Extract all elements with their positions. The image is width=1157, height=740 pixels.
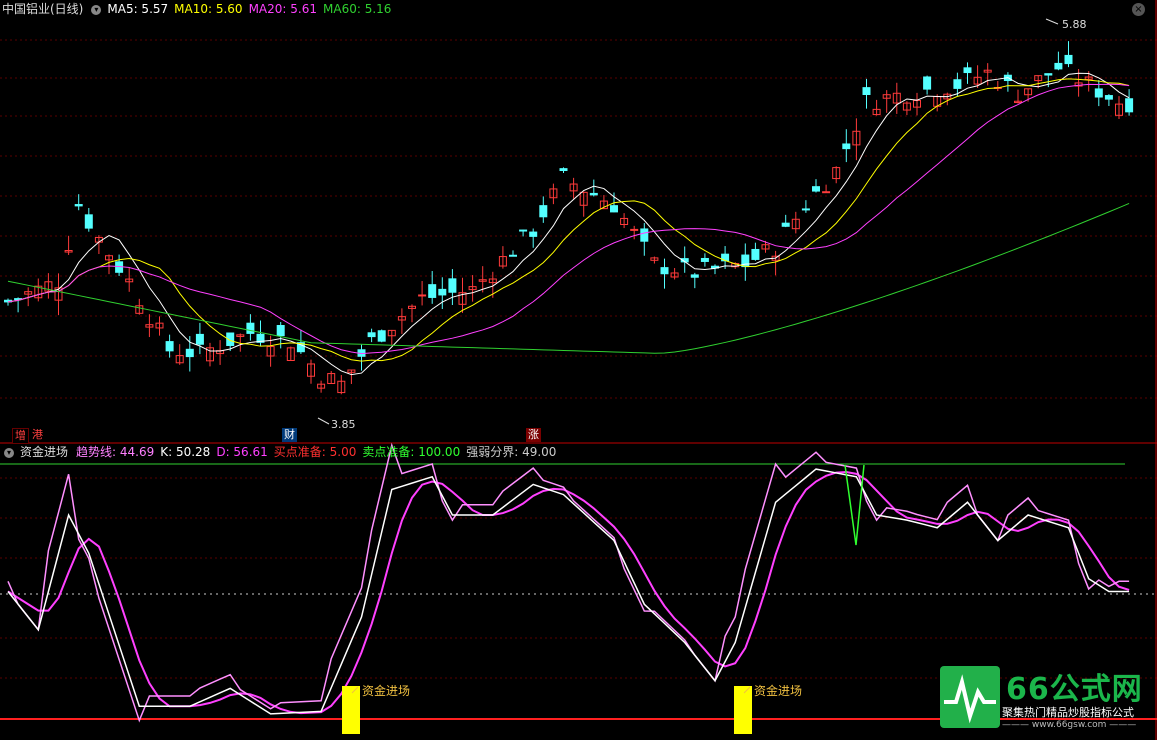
settings-icon[interactable]: ▾ [4,447,14,458]
candle-body-44 [448,278,457,293]
candle-body-7 [74,204,83,207]
candle-body-60 [610,205,618,213]
indicator-title: 资金进场 [20,445,69,459]
ma-legend-item-3: MA60: 5.16 [323,2,392,16]
candle-body-53 [539,205,548,218]
price-legend: 中国铝业(日线) ▾ MA5: 5.57 MA10: 5.60 MA20: 5.61 MA… [0,0,403,18]
logo-slogan: 聚集热门精品炒股指标公式 [1002,706,1134,719]
candle-body-27 [276,325,285,337]
event-tag-gang[interactable]: 港 [30,428,45,442]
candle-body-81 [822,191,831,194]
candle-body-83 [842,143,851,150]
price-high-label: 5.88 [1062,18,1087,31]
event-tag-cai[interactable]: 财 [282,428,297,442]
chart-canvas[interactable]: 5.88 3.85 [0,0,1157,740]
price-low-label: 3.85 [331,418,356,431]
candle-body-103 [1044,73,1053,76]
candle-body-37 [377,330,386,342]
candle-body-74 [751,248,760,260]
indicator-legend: ▾ 资金进场 趋势线: 44.69 K: 50.28 D: 56.61 买点准备: 5.0… [0,443,568,461]
signal-label-2: 资金进场 [754,684,803,698]
site-logo: 66公式网 聚集热门精品炒股指标公式 ——— www.66gsw.com ——— [938,664,1153,736]
candle-body-24 [246,322,255,334]
candle-body-52 [529,231,538,237]
candle-body-69 [700,257,709,262]
signal-bar-2 [734,686,752,734]
high-pointer [1045,18,1059,25]
candle-body-43 [438,288,447,296]
candle-body-68 [690,274,699,278]
candle-body-36 [367,332,376,338]
ma-legend-item-1: MA10: 5.60 [174,2,243,16]
candle-body-108 [1094,88,1103,98]
candle-body-85 [862,87,871,96]
candle-body-63 [640,228,649,242]
candle-body-95 [963,67,972,74]
indicator-legend-item-3: 买点准备: 5.00 [273,445,357,459]
ma60-line [7,202,1130,354]
candle-body-18 [185,348,194,358]
candle-body-65 [660,267,669,275]
ma20-line [7,83,1130,355]
logo-pulse-icon [940,666,1000,728]
candle-body-51 [519,229,528,232]
candle-body-19 [195,333,204,345]
ma5-line [7,72,1130,376]
ma10-line [7,78,1130,362]
settings-icon[interactable]: ▾ [91,4,102,15]
logo-url: ——— www.66gsw.com ——— [1002,720,1137,730]
event-tag-zeng[interactable]: 增 [12,428,29,444]
candle-body-111 [1125,98,1134,113]
signal-label-1: 资金进场 [362,684,411,698]
ma-legend-item-2: MA20: 5.61 [248,2,317,16]
candle-body-55 [559,168,568,172]
candle-body-80 [812,186,820,192]
candle-body-109 [1104,95,1113,100]
stock-title: 中国铝业(日线) [2,2,84,16]
indicator-legend-item-4: 卖点准备: 100.00 [362,445,461,459]
low-pointer [317,417,330,425]
candle-body-104 [1054,62,1063,70]
candle-body-62 [630,228,639,231]
candle-body-42 [428,284,437,298]
candle-body-91 [923,76,932,90]
close-icon[interactable]: × [1132,3,1145,16]
indicator-legend-item-2: D: 56.61 [216,445,268,459]
candle-body-41 [418,294,427,297]
indicator-legend-item-1: K: 50.28 [160,445,211,459]
candle-body-8 [84,214,93,229]
candle-body-79 [801,208,810,211]
signal-bar-1 [342,686,360,734]
candle-body-58 [589,192,598,196]
candle-body-105 [1064,54,1073,65]
indicator-legend-item-5: 强弱分界: 49.00 [466,445,557,459]
logo-brand: 66公式网 [1006,672,1143,707]
candle-body-16 [165,341,174,352]
event-tag-zhang[interactable]: 涨 [526,428,541,442]
candle-body-50 [509,254,517,257]
indicator-legend-item-0: 趋势线: 44.69 [76,445,155,459]
ma-legend-item-0: MA5: 5.57 [107,2,169,16]
candle-body-77 [781,222,790,227]
candle-body-94 [953,79,962,89]
